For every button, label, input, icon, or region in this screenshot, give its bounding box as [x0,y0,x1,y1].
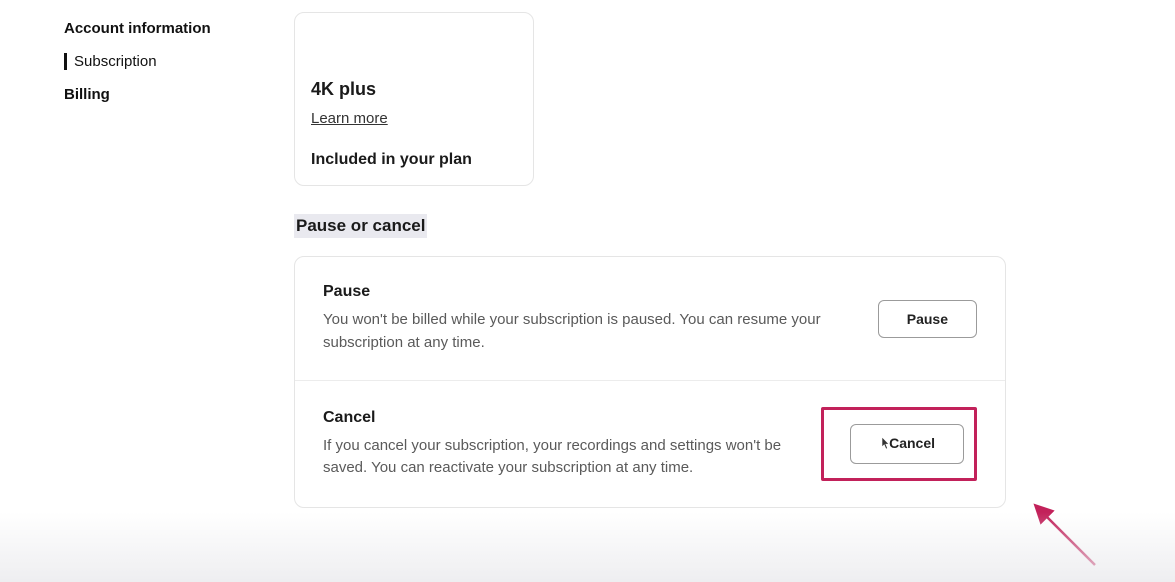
cancel-highlight-annotation: Cancel [821,407,977,481]
bottom-fade [0,512,1175,582]
sidebar-item-billing[interactable]: Billing [64,78,294,111]
pause-cancel-card: Pause You won't be billed while your sub… [294,256,1006,508]
cancel-title: Cancel [323,409,801,427]
pause-or-cancel-heading: Pause or cancel [294,214,427,238]
sidebar-item-subscription[interactable]: Subscription [64,45,294,78]
pause-row: Pause You won't be billed while your sub… [295,257,1005,380]
cancel-button[interactable]: Cancel [850,424,964,464]
plan-included-heading: Included in your plan [311,151,517,169]
pause-button[interactable]: Pause [878,300,977,338]
cancel-description: If you cancel your subscription, your re… [323,435,801,480]
sidebar-item-account-information[interactable]: Account information [64,12,294,45]
plan-card: 4K plus Learn more Included in your plan [294,12,534,186]
pause-description: You won't be billed while your subscript… [323,309,858,354]
pause-title: Pause [323,283,858,301]
plan-title: 4K plus [311,79,517,100]
main-content: 4K plus Learn more Included in your plan… [294,12,1175,508]
learn-more-link[interactable]: Learn more [311,110,388,127]
cancel-button-label: Cancel [889,435,935,451]
cancel-row: Cancel If you cancel your subscription, … [295,380,1005,507]
settings-sidebar: Account information Subscription Billing [64,12,294,508]
